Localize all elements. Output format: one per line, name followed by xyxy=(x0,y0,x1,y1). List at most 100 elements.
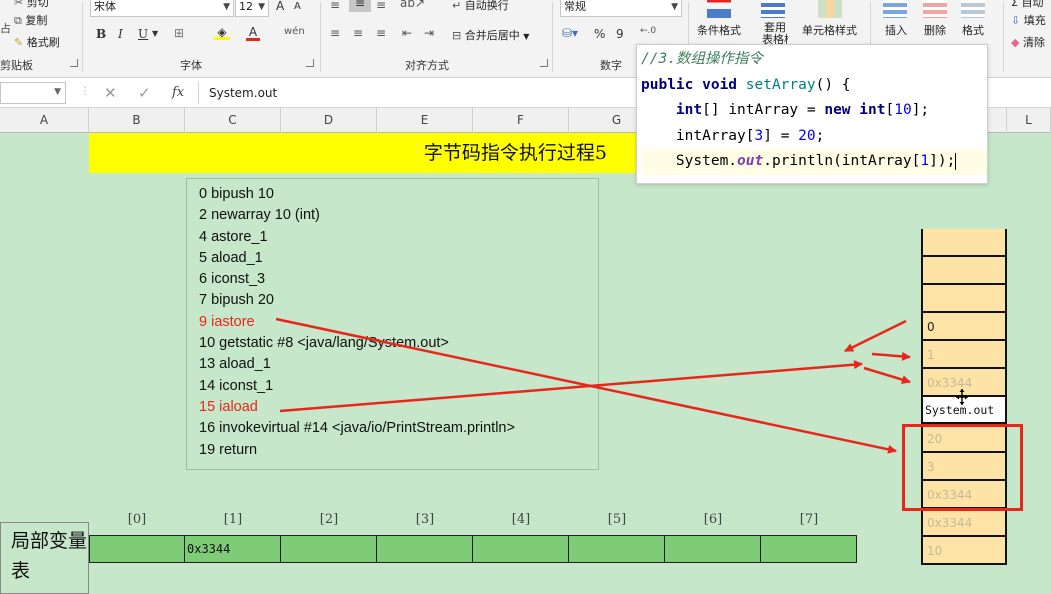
chevron-down-icon[interactable]: ▼ xyxy=(152,29,158,38)
column-header-e[interactable]: E xyxy=(377,108,473,133)
fill-down-icon: ⇩ xyxy=(1011,14,1021,27)
bytecode-line: 14 iconst_1 xyxy=(199,377,274,394)
stack-cell[interactable]: 0x3344 xyxy=(923,509,1005,537)
local-var-slot[interactable] xyxy=(665,535,761,563)
column-header-b[interactable]: B xyxy=(89,108,185,133)
local-var-slot[interactable] xyxy=(89,535,185,563)
clipboard-launcher[interactable] xyxy=(70,59,78,67)
italic-button[interactable]: I xyxy=(118,27,123,41)
increase-indent-icon[interactable]: ⇥ xyxy=(424,26,434,40)
local-var-slot[interactable] xyxy=(377,535,473,563)
currency-icon[interactable]: ⛁▾ xyxy=(562,26,578,40)
chevron-down-icon: ▼ xyxy=(54,87,61,97)
cell-styles-button[interactable]: 单元格样式 xyxy=(802,22,857,38)
table-format-icon[interactable] xyxy=(761,0,785,18)
enter-icon[interactable]: ✓ xyxy=(138,84,151,102)
column-header-f[interactable]: F xyxy=(473,108,569,133)
number-group-label: 数字 xyxy=(600,59,622,72)
stack-cell[interactable] xyxy=(923,257,1005,285)
format-cells-button[interactable]: 格式 xyxy=(962,22,984,38)
column-header-l[interactable]: L xyxy=(1007,108,1051,133)
arrow-stack-in-1 xyxy=(871,351,911,361)
local-var-slot[interactable] xyxy=(473,535,569,563)
format-cells-icon[interactable] xyxy=(961,0,985,18)
delete-button[interactable]: 删除 xyxy=(924,22,946,38)
bytecode-line: 19 return xyxy=(199,441,258,458)
shrink-font-button[interactable]: A xyxy=(294,1,301,12)
local-var-table-label: 局部变量表 xyxy=(0,522,89,594)
name-box[interactable]: ▼ xyxy=(0,82,66,104)
stack-cell[interactable]: 0 xyxy=(923,313,1005,341)
stack-cell[interactable]: 10 xyxy=(923,537,1005,565)
insert-icon[interactable] xyxy=(883,0,907,18)
font-name-box[interactable]: 宋体 ▼ xyxy=(90,0,234,17)
bytecode-listing[interactable]: 0 bipush 10 2 newarray 10 (int) 4 astore… xyxy=(186,178,599,470)
local-var-slot[interactable] xyxy=(569,535,665,563)
arrow-stack-in-2 xyxy=(863,366,911,384)
align-center-icon[interactable]: ≡ xyxy=(353,26,363,40)
paste-icon[interactable]: 占 xyxy=(0,20,11,36)
merge-center-button[interactable]: ⊟ 合并后居中 ▼ xyxy=(452,27,529,43)
sheet-title: 字节码指令执行过程5 xyxy=(423,142,607,164)
cell-styles-icon[interactable] xyxy=(818,0,842,18)
column-header-d[interactable]: D xyxy=(281,108,377,133)
wrap-text-button[interactable]: ↵ 自动换行 xyxy=(452,0,509,13)
stack-cell[interactable] xyxy=(923,229,1005,257)
chevron-down-icon: ▼ xyxy=(223,2,230,12)
code-popup[interactable]: //3.数组操作指令 public void setArray() { int[… xyxy=(636,44,988,184)
bold-button[interactable]: B xyxy=(96,27,106,41)
alignment-launcher[interactable] xyxy=(540,59,548,67)
align-bottom-icon[interactable]: ≡ xyxy=(376,0,386,12)
lv-index: [7] xyxy=(799,512,819,527)
scissors-icon: ✂ xyxy=(14,0,24,9)
bytecode-line: 4 astore_1 xyxy=(199,228,268,245)
column-header-a[interactable]: A xyxy=(0,108,89,133)
cancel-icon[interactable]: ✕ xyxy=(104,84,117,102)
insert-function-icon[interactable]: fx xyxy=(172,85,184,100)
fill-button[interactable]: ⇩ 填充 xyxy=(1011,12,1046,28)
number-format-box[interactable]: 常规 ▼ xyxy=(560,0,682,17)
align-left-icon[interactable]: ≡ xyxy=(330,26,340,40)
font-size-box[interactable]: 12 ▼ xyxy=(235,0,269,17)
lv-index: [0] xyxy=(127,512,147,527)
align-middle-icon[interactable]: ≡ xyxy=(349,0,371,12)
underline-button[interactable]: U xyxy=(138,27,148,41)
bytecode-line-iaload: 15 iaload xyxy=(199,398,258,415)
autosum-button[interactable]: Σ 自动 xyxy=(1011,0,1043,10)
local-var-slot[interactable] xyxy=(281,535,377,563)
conditional-format-button[interactable]: 条件格式 xyxy=(697,22,741,38)
phonetic-button[interactable]: wén xyxy=(284,26,305,37)
font-launcher[interactable] xyxy=(306,59,314,67)
percent-button[interactable]: % xyxy=(594,27,605,41)
stack-cell[interactable] xyxy=(923,285,1005,313)
align-top-icon[interactable]: ≡ xyxy=(330,0,340,12)
title-band[interactable]: 字节码指令执行过程5 xyxy=(89,133,639,173)
decrease-indent-icon[interactable]: ⇤ xyxy=(402,26,412,40)
local-var-slot[interactable] xyxy=(761,535,857,563)
alignment-group-label: 对齐方式 xyxy=(405,59,449,72)
cut-button[interactable]: ✂ 剪切 xyxy=(14,0,49,10)
move-cursor-icon xyxy=(956,389,968,405)
table-format-button[interactable]: 套用 表格格式 xyxy=(762,22,788,46)
grow-font-button[interactable]: A xyxy=(276,0,284,13)
stack-cell[interactable]: 1 xyxy=(923,341,1005,369)
align-right-icon[interactable]: ≡ xyxy=(376,26,386,40)
border-icon[interactable]: ⊞ xyxy=(174,26,184,40)
orientation-icon[interactable]: ab↗ xyxy=(400,0,425,10)
copy-icon: ⧉ xyxy=(14,14,22,27)
column-header-c[interactable]: C xyxy=(185,108,281,133)
bytecode-line: 2 newarray 10 (int) xyxy=(199,207,320,224)
clear-button[interactable]: ◆ 清除 xyxy=(1011,34,1045,50)
clipboard-group-label: 剪贴板 xyxy=(0,59,33,72)
font-color-button[interactable]: A xyxy=(246,25,260,41)
format-painter-button[interactable]: ✎ 格式刷 xyxy=(14,34,60,50)
conditional-format-icon[interactable] xyxy=(707,0,731,18)
local-var-slot[interactable]: 0x3344 xyxy=(185,535,281,563)
delete-icon[interactable] xyxy=(923,0,947,18)
insert-button[interactable]: 插入 xyxy=(885,22,907,38)
comma-button[interactable]: 9 xyxy=(616,27,624,41)
fill-color-button[interactable]: ◈ xyxy=(214,25,230,40)
increase-decimal-icon[interactable]: ←.0 xyxy=(640,26,656,36)
code-line: //3.数组操作指令 xyxy=(641,51,763,67)
copy-button[interactable]: ⧉ 复制 xyxy=(14,12,47,28)
